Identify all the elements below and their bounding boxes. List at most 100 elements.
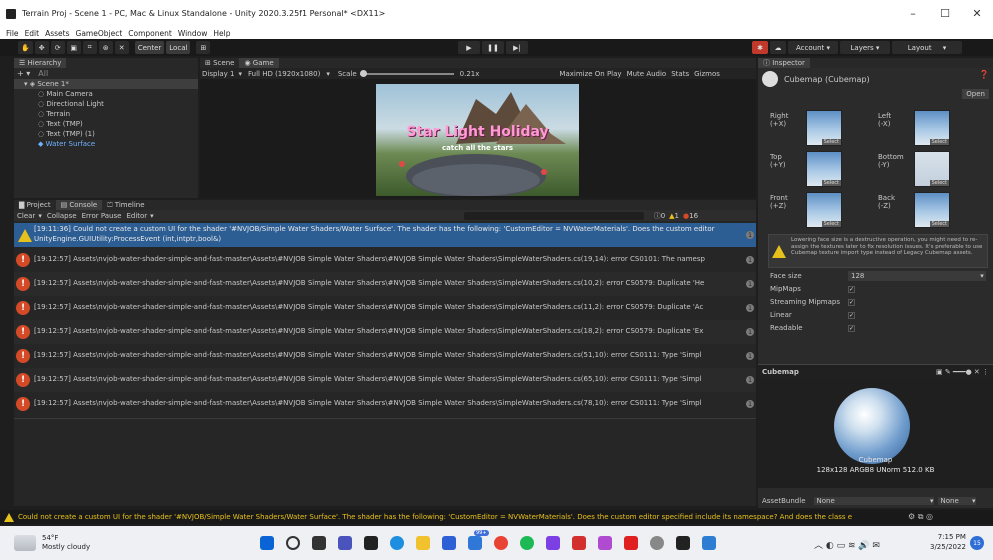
search-icon[interactable]	[286, 536, 300, 550]
preview-area[interactable]: Cubemap 128x128 ARGB8 UNorm 512.0 KB	[758, 378, 993, 488]
rect-tool-icon[interactable]: ⌗	[82, 41, 97, 54]
maximize-button[interactable]: ☐	[929, 0, 961, 27]
tab-scene[interactable]: ⊞ Scene	[200, 58, 239, 68]
weather-widget[interactable]: 54°F Mostly cloudy	[42, 534, 90, 552]
hierarchy-item-main-camera[interactable]: ◌ Main Camera	[14, 89, 198, 99]
console-search-input[interactable]	[463, 211, 644, 220]
unity-taskbar-icon[interactable]	[676, 536, 690, 550]
face-right-slot[interactable]: Select	[806, 110, 842, 146]
widgets-icon[interactable]	[364, 536, 378, 550]
stats-toggle[interactable]: Stats	[671, 70, 689, 78]
menu-assets[interactable]: Assets	[45, 29, 69, 38]
gizmos-toggle[interactable]: Gizmos	[694, 70, 720, 78]
clear-button[interactable]: Clear	[17, 212, 35, 220]
mipmaps-checkbox[interactable]: ✓	[848, 286, 855, 293]
start-button-icon[interactable]	[260, 536, 274, 550]
hierarchy-item-terrain[interactable]: ◌ Terrain	[14, 109, 198, 119]
tab-game[interactable]: ◉ Game	[239, 58, 279, 68]
select-button[interactable]: Select	[929, 139, 949, 145]
face-left-slot[interactable]: Select	[914, 110, 950, 146]
console-row[interactable]: ! [19:12:57] Assets\nvjob-water-shader-s…	[14, 320, 756, 344]
close-button[interactable]: ✕	[961, 0, 993, 27]
tab-timeline[interactable]: ⏍ Timeline	[102, 200, 149, 210]
menu-component[interactable]: Component	[128, 29, 172, 38]
error-pause-button[interactable]: Error Pause	[82, 212, 122, 220]
transform-tool-icon[interactable]: ⊛	[98, 41, 113, 54]
pivot-center-button[interactable]: Center	[134, 41, 165, 54]
scale-slider[interactable]	[359, 69, 454, 77]
hierarchy-item-text-tmp[interactable]: ◌ Text (TMP)	[14, 119, 198, 129]
console-row[interactable]: ! [19:12:57] Assets\nvjob-water-shader-s…	[14, 272, 756, 296]
chrome-icon[interactable]	[494, 536, 508, 550]
select-button[interactable]: Select	[821, 139, 841, 145]
tab-inspector[interactable]: ⓘ Inspector	[758, 58, 810, 68]
scale-tool-icon[interactable]: ▣	[66, 41, 81, 54]
editor-dropdown[interactable]: Editor	[126, 212, 147, 220]
weather-icon[interactable]	[14, 535, 36, 551]
console-row[interactable]: ! [19:12:57] Assets\nvjob-water-shader-s…	[14, 344, 756, 368]
grid-snap-icon[interactable]: ⊞	[196, 41, 211, 54]
rotate-tool-icon[interactable]: ⟳	[50, 41, 65, 54]
status-icons[interactable]: ⚙ ⧉ ◎	[908, 512, 933, 522]
console-row[interactable]: ! [19:12:57] Assets\nvjob-water-shader-s…	[14, 248, 756, 272]
readable-checkbox[interactable]: ✓	[848, 325, 855, 332]
tab-console[interactable]: ▤ Console	[55, 200, 103, 210]
info-count-icon[interactable]: ⓘ	[654, 211, 661, 221]
resolution-dropdown[interactable]: Full HD (1920x1080)	[248, 70, 320, 78]
tab-project[interactable]: ▇ Project	[14, 200, 56, 210]
maximize-on-play-toggle[interactable]: Maximize On Play	[559, 70, 621, 78]
tray-icons[interactable]: ︿ ◐ ▭ ≋ 🔊 ✉	[814, 538, 880, 551]
task-view-icon[interactable]	[312, 536, 326, 550]
face-top-slot[interactable]: Select	[806, 151, 842, 187]
select-button[interactable]: Select	[821, 221, 841, 227]
custom-tool-icon[interactable]: ✕	[114, 41, 129, 54]
scene-row[interactable]: ▾ ◈ Scene 1*	[14, 79, 198, 89]
menu-window[interactable]: Window	[178, 29, 208, 38]
select-button[interactable]: Select	[821, 180, 841, 186]
vscode-icon[interactable]	[702, 536, 716, 550]
console-row[interactable]: ! [19:12:57] Assets\nvjob-water-shader-s…	[14, 368, 756, 392]
layers-dropdown[interactable]: Layers ▾	[840, 41, 890, 54]
pause-button[interactable]: ❚❚	[482, 41, 504, 54]
step-button[interactable]: ▶|	[506, 41, 528, 54]
hierarchy-item-text-tmp-1[interactable]: ◌ Text (TMP) (1)	[14, 129, 198, 139]
app-pink-icon[interactable]	[598, 536, 612, 550]
menu-gameobject[interactable]: GameObject	[76, 29, 123, 38]
mail-icon[interactable]: 99+	[468, 530, 489, 550]
preview-controls[interactable]: ▣ ✎ ━━━● ✕ ⋮	[936, 368, 989, 376]
game-viewport[interactable]: Star Light Holiday catch all the stars	[376, 84, 579, 196]
edge-browser-icon[interactable]	[390, 536, 404, 550]
console-row[interactable]: ! [19:12:57] Assets\nvjob-water-shader-s…	[14, 296, 756, 320]
hierarchy-search-input[interactable]: All	[38, 69, 48, 78]
play-button[interactable]: ▶	[458, 41, 480, 54]
assetbundle-dropdown[interactable]: None ▾	[813, 497, 934, 505]
hand-tool-icon[interactable]: ✋	[18, 41, 33, 54]
clock[interactable]: 7:15 PM 3/25/2022	[930, 532, 966, 552]
chat-icon[interactable]	[338, 536, 352, 550]
assetbundle-variant-dropdown[interactable]: None ▾	[937, 497, 976, 505]
menu-file[interactable]: File	[6, 29, 19, 38]
collab-icon[interactable]: ✱	[752, 41, 768, 54]
streaming-mipmaps-checkbox[interactable]: ✓	[848, 299, 855, 306]
minimize-button[interactable]: –	[897, 0, 929, 27]
app-red-icon[interactable]	[572, 536, 586, 550]
menu-edit[interactable]: Edit	[25, 29, 40, 38]
cloud-icon[interactable]: ☁	[770, 41, 786, 54]
acrobat-icon[interactable]	[624, 536, 638, 550]
linear-checkbox[interactable]: ✓	[848, 312, 855, 319]
collapse-button[interactable]: Collapse	[47, 212, 77, 220]
select-button[interactable]: Select	[929, 221, 949, 227]
menu-help[interactable]: Help	[213, 29, 230, 38]
account-dropdown[interactable]: Account ▾	[788, 41, 838, 54]
help-icon[interactable]: ❓	[979, 70, 989, 79]
notification-badge[interactable]: 15	[970, 536, 984, 550]
face-back-slot[interactable]: Select	[914, 192, 950, 228]
pivot-local-button[interactable]: Local	[166, 41, 191, 54]
app-gray-icon[interactable]	[650, 536, 664, 550]
spotify-icon[interactable]	[520, 536, 534, 550]
move-tool-icon[interactable]: ✥	[34, 41, 49, 54]
hierarchy-item-directional-light[interactable]: ◌ Directional Light	[14, 99, 198, 109]
select-button[interactable]: Select	[929, 180, 949, 186]
store-icon[interactable]	[442, 536, 456, 550]
face-front-slot[interactable]: Select	[806, 192, 842, 228]
